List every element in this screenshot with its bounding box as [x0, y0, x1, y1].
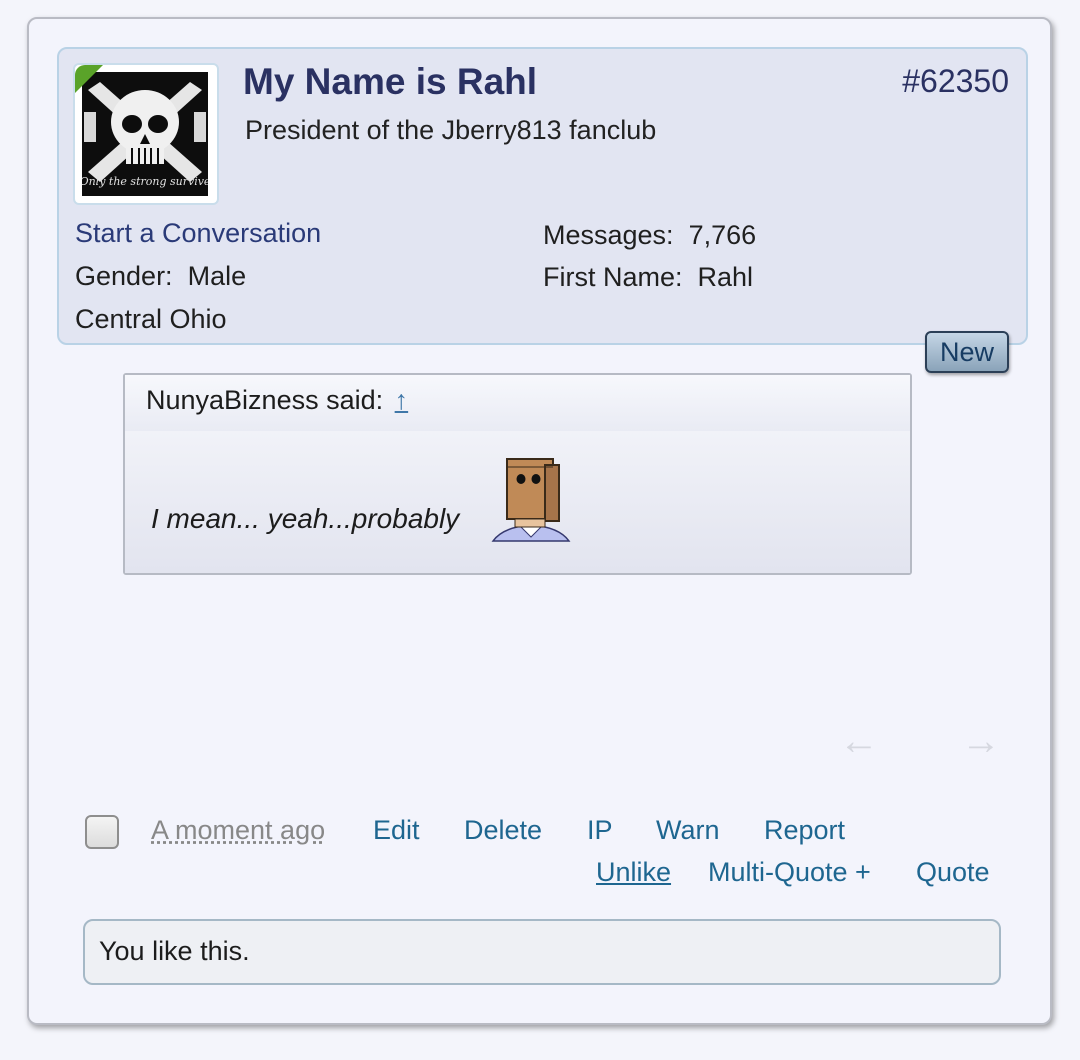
- edit-link[interactable]: Edit: [373, 815, 420, 846]
- start-conversation-link[interactable]: Start a Conversation: [75, 218, 321, 249]
- user-title: President of the Jberry813 fanclub: [245, 115, 657, 145]
- gender-label: Gender:: [75, 261, 173, 291]
- gender-row: Gender: Male: [75, 261, 246, 292]
- post-number-link[interactable]: #62350: [902, 63, 1009, 100]
- unlike-link[interactable]: Unlike: [596, 857, 671, 888]
- avatar[interactable]: Only the strong survive: [73, 63, 219, 205]
- messages-row: Messages: 7,766: [543, 220, 756, 251]
- location: Central Ohio: [75, 304, 227, 334]
- select-post-checkbox[interactable]: [85, 815, 119, 849]
- jump-to-quote-icon[interactable]: ↑: [395, 385, 409, 415]
- quote-text: I mean... yeah...probably: [151, 503, 460, 534]
- username[interactable]: My Name is Rahl: [243, 61, 537, 103]
- user-info-panel: Only the strong survive My Name is Rahl …: [57, 47, 1028, 345]
- quote-block: NunyaBizness said: ↑ I mean... yeah...pr…: [123, 373, 912, 575]
- delete-link[interactable]: Delete: [464, 815, 542, 846]
- quote-link[interactable]: Quote: [916, 857, 990, 888]
- online-indicator: [75, 65, 103, 93]
- message-post: Only the strong survive My Name is Rahl …: [27, 17, 1052, 1025]
- gender-value: Male: [187, 261, 247, 291]
- avatar-caption: Only the strong survive: [82, 175, 208, 188]
- quote-body: I mean... yeah...probably: [125, 431, 910, 573]
- warn-link[interactable]: Warn: [656, 815, 720, 846]
- first-name-value: Rahl: [697, 262, 754, 292]
- first-name-label: First Name:: [543, 262, 683, 292]
- quote-header: NunyaBizness said: ↑: [125, 375, 910, 431]
- likes-summary: You like this.: [83, 919, 1001, 985]
- previous-arrow-icon[interactable]: ←: [839, 719, 879, 764]
- post-timestamp[interactable]: A moment ago: [151, 815, 325, 846]
- new-badge: New: [925, 331, 1009, 373]
- next-arrow-icon[interactable]: →: [961, 719, 1001, 764]
- paper-bag-head-smiley-icon: [491, 458, 571, 542]
- quote-author: NunyaBizness said:: [146, 385, 384, 415]
- first-name-row: First Name: Rahl: [543, 262, 753, 293]
- messages-count: 7,766: [688, 220, 757, 250]
- report-link[interactable]: Report: [764, 815, 845, 846]
- multi-quote-link[interactable]: Multi-Quote +: [708, 857, 871, 888]
- messages-label: Messages:: [543, 220, 674, 250]
- ip-link[interactable]: IP: [587, 815, 613, 846]
